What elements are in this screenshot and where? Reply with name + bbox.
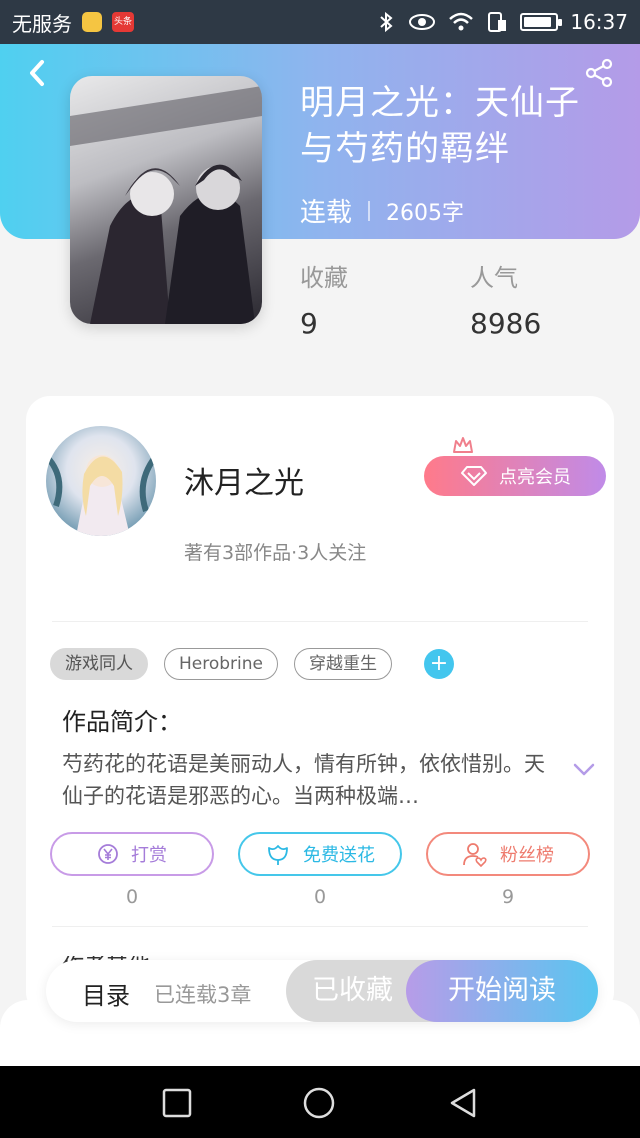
- back-nav-icon[interactable]: [446, 1086, 480, 1120]
- reward-button[interactable]: 打赏: [50, 832, 214, 876]
- stat-popularity: 人气 8986: [470, 258, 640, 340]
- fan-ranking-button[interactable]: 粉丝榜: [426, 832, 590, 876]
- recents-icon[interactable]: [160, 1086, 194, 1120]
- flower-icon: [268, 845, 288, 865]
- diamond-icon: [461, 466, 487, 486]
- status-divider: [368, 200, 371, 221]
- avatar-art: [46, 453, 156, 536]
- reward-label: 打赏: [131, 845, 167, 866]
- author-meta: 著有3部作品·3人关注: [184, 542, 367, 564]
- chapter-count[interactable]: 已连载3章: [154, 979, 251, 1009]
- start-reading-button[interactable]: 开始阅读: [406, 960, 598, 1022]
- reward-count: 0: [125, 886, 139, 908]
- vip-label: 点亮会员: [499, 467, 571, 488]
- divider: [52, 621, 588, 622]
- divider: [52, 926, 588, 927]
- share-icon[interactable]: [584, 58, 614, 88]
- book-title: 明月之光：天仙子与芍药的羁绊: [300, 83, 580, 169]
- flower-action: 免费送花 0: [238, 832, 402, 908]
- vip-button[interactable]: 点亮会员: [424, 456, 606, 496]
- intro-text[interactable]: 芍药花的花语是美丽动人，情有所钟，依依惜别。天仙子的花语是邪恶的心。当两种极端…: [62, 748, 552, 812]
- tag-chip[interactable]: 游戏同人: [50, 648, 148, 680]
- tag-list: 游戏同人 Herobrine 穿越重生 +: [50, 648, 454, 680]
- tag-chip[interactable]: Herobrine: [164, 648, 278, 680]
- book-cover-image[interactable]: [70, 76, 262, 324]
- fans-count: 9: [501, 886, 515, 908]
- action-row: 打赏 0 免费送花 0 粉丝榜 9: [50, 832, 590, 908]
- serial-status: 连载: [300, 198, 353, 228]
- fans-action: 粉丝榜 9: [426, 832, 590, 908]
- home-icon[interactable]: [302, 1086, 336, 1120]
- wifi-icon: [449, 12, 474, 31]
- author-avatar[interactable]: [46, 426, 156, 536]
- crown-icon: [453, 437, 473, 453]
- send-flower-label: 免费送花: [303, 845, 375, 866]
- stat-label: 人气: [470, 264, 518, 292]
- battery-icon: [520, 13, 563, 31]
- toc-button[interactable]: 目录: [82, 976, 130, 1011]
- bluetooth-icon: [380, 11, 393, 33]
- eye-icon: [409, 14, 436, 30]
- book-stats: 收藏 9 人气 8986: [300, 258, 640, 340]
- add-tag-button[interactable]: +: [424, 649, 454, 679]
- chevron-down-icon[interactable]: [572, 762, 596, 778]
- flower-count: 0: [313, 886, 327, 908]
- sim-icon: [488, 12, 507, 32]
- fan-icon: [463, 843, 487, 867]
- author-name[interactable]: 沐月之光: [184, 458, 304, 502]
- stat-value: 8986: [470, 307, 542, 340]
- cover-art: [70, 86, 262, 324]
- notification-app-icon: [82, 12, 102, 32]
- yen-icon: [98, 844, 118, 864]
- book-status-line: 连载 2605字: [300, 192, 464, 229]
- send-flower-button[interactable]: 免费送花: [238, 832, 402, 876]
- news-app-icon: 头条: [112, 12, 134, 32]
- reward-action: 打赏 0: [50, 832, 214, 908]
- clock: 16:37: [570, 10, 628, 34]
- tag-chip[interactable]: 穿越重生: [294, 648, 392, 680]
- book-detail-card: 沐月之光 点亮会员 著有3部作品·3人关注 游戏同人 Herobrine 穿越重…: [26, 396, 614, 1016]
- carrier-label: 无服务: [12, 11, 72, 36]
- intro-title: 作品简介：: [62, 708, 182, 736]
- system-nav-bar: [0, 1066, 640, 1138]
- stat-favorites: 收藏 9: [300, 258, 470, 340]
- status-bar: 无服务 头条 16:37: [0, 0, 640, 44]
- bottom-action-bar: 目录 已连载3章 已收藏 开始阅读: [46, 960, 598, 1022]
- stat-label: 收藏: [300, 264, 348, 292]
- fan-ranking-label: 粉丝榜: [500, 845, 554, 866]
- stat-value: 9: [300, 307, 318, 340]
- back-icon[interactable]: [22, 56, 52, 90]
- word-count: 2605字: [386, 200, 465, 226]
